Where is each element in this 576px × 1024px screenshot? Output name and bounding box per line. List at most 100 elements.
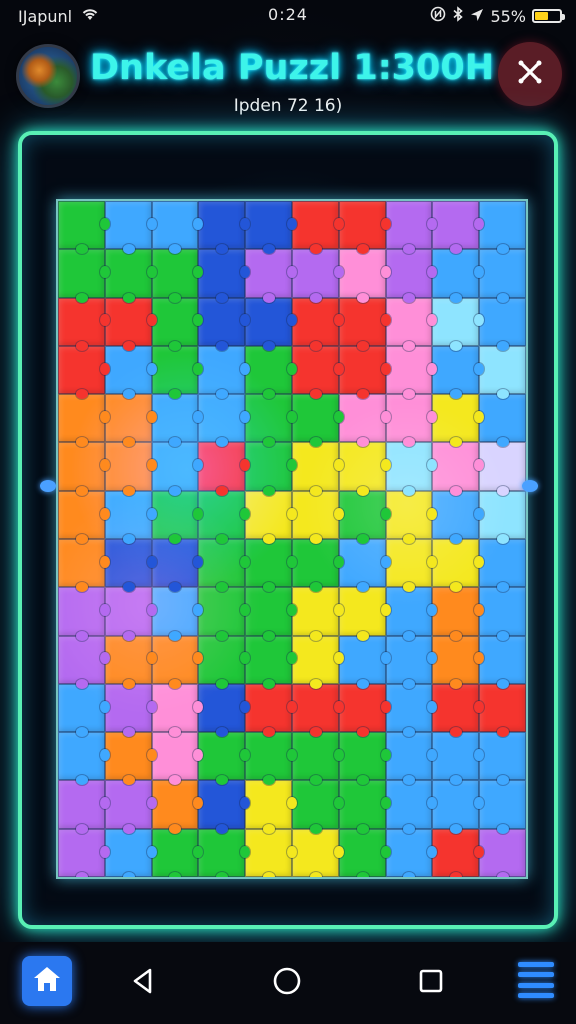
puzzle-piece[interactable] bbox=[245, 732, 297, 786]
puzzle-piece[interactable] bbox=[104, 780, 157, 835]
puzzle-piece[interactable] bbox=[385, 828, 438, 877]
puzzle-piece[interactable] bbox=[385, 635, 438, 690]
puzzle-piece[interactable] bbox=[104, 201, 157, 255]
puzzle-piece[interactable] bbox=[432, 442, 484, 497]
puzzle-piece[interactable] bbox=[151, 442, 204, 497]
puzzle-piece[interactable] bbox=[245, 587, 297, 641]
puzzle-piece[interactable] bbox=[245, 683, 297, 738]
puzzle-piece[interactable] bbox=[245, 297, 297, 352]
puzzle-piece[interactable] bbox=[104, 732, 157, 786]
puzzle-piece[interactable] bbox=[385, 490, 438, 545]
puzzle-piece[interactable] bbox=[432, 732, 484, 786]
puzzle-piece[interactable] bbox=[479, 201, 526, 255]
puzzle-piece[interactable] bbox=[58, 683, 110, 738]
puzzle-piece[interactable] bbox=[432, 780, 484, 835]
puzzle-piece[interactable] bbox=[432, 201, 484, 255]
puzzle-piece[interactable] bbox=[58, 297, 110, 352]
puzzle-piece[interactable] bbox=[385, 345, 438, 400]
puzzle-piece[interactable] bbox=[245, 635, 297, 690]
puzzle-piece[interactable] bbox=[291, 780, 344, 835]
puzzle-piece[interactable] bbox=[245, 249, 297, 303]
puzzle-piece[interactable] bbox=[479, 732, 526, 786]
puzzle-piece[interactable] bbox=[432, 297, 484, 352]
puzzle-piece[interactable] bbox=[151, 201, 204, 255]
puzzle-piece[interactable] bbox=[58, 732, 110, 786]
puzzle-piece[interactable] bbox=[291, 683, 344, 738]
puzzle-piece[interactable] bbox=[432, 538, 484, 593]
puzzle-piece[interactable] bbox=[151, 490, 204, 545]
puzzle-piece[interactable] bbox=[338, 538, 391, 593]
puzzle-piece[interactable] bbox=[385, 683, 438, 738]
puzzle-piece[interactable] bbox=[198, 732, 250, 786]
home-circle-button[interactable] bbox=[272, 966, 302, 996]
puzzle-piece[interactable] bbox=[104, 538, 157, 593]
puzzle-piece[interactable] bbox=[245, 490, 297, 545]
puzzle-piece[interactable] bbox=[479, 538, 526, 593]
puzzle-piece[interactable] bbox=[432, 490, 484, 545]
puzzle-grid[interactable] bbox=[56, 199, 528, 879]
puzzle-piece[interactable] bbox=[104, 635, 157, 690]
puzzle-piece[interactable] bbox=[291, 732, 344, 786]
puzzle-piece[interactable] bbox=[151, 683, 204, 738]
puzzle-piece[interactable] bbox=[338, 249, 391, 303]
puzzle-piece[interactable] bbox=[104, 828, 157, 877]
puzzle-piece[interactable] bbox=[198, 442, 250, 497]
puzzle-piece[interactable] bbox=[385, 732, 438, 786]
puzzle-piece[interactable] bbox=[58, 201, 110, 255]
puzzle-piece[interactable] bbox=[479, 587, 526, 641]
puzzle-piece[interactable] bbox=[245, 538, 297, 593]
puzzle-piece[interactable] bbox=[198, 587, 250, 641]
puzzle-piece[interactable] bbox=[479, 394, 526, 448]
puzzle-piece[interactable] bbox=[291, 538, 344, 593]
puzzle-piece[interactable] bbox=[432, 249, 484, 303]
puzzle-piece[interactable] bbox=[198, 683, 250, 738]
puzzle-piece[interactable] bbox=[104, 683, 157, 738]
puzzle-piece[interactable] bbox=[198, 635, 250, 690]
puzzle-piece[interactable] bbox=[151, 828, 204, 877]
puzzle-piece[interactable] bbox=[151, 635, 204, 690]
puzzle-piece[interactable] bbox=[198, 780, 250, 835]
puzzle-piece[interactable] bbox=[245, 828, 297, 877]
puzzle-piece[interactable] bbox=[245, 345, 297, 400]
puzzle-piece[interactable] bbox=[432, 828, 484, 877]
puzzle-piece[interactable] bbox=[245, 394, 297, 448]
puzzle-piece[interactable] bbox=[151, 394, 204, 448]
back-button[interactable] bbox=[128, 966, 158, 996]
puzzle-piece[interactable] bbox=[291, 394, 344, 448]
puzzle-piece[interactable] bbox=[385, 442, 438, 497]
puzzle-piece[interactable] bbox=[104, 297, 157, 352]
puzzle-piece[interactable] bbox=[58, 394, 110, 448]
puzzle-piece[interactable] bbox=[198, 249, 250, 303]
puzzle-piece[interactable] bbox=[58, 780, 110, 835]
puzzle-piece[interactable] bbox=[151, 732, 204, 786]
puzzle-piece[interactable] bbox=[432, 587, 484, 641]
puzzle-piece[interactable] bbox=[58, 587, 110, 641]
puzzle-piece[interactable] bbox=[338, 828, 391, 877]
puzzle-piece[interactable] bbox=[198, 297, 250, 352]
puzzle-piece[interactable] bbox=[58, 635, 110, 690]
puzzle-piece[interactable] bbox=[338, 442, 391, 497]
puzzle-piece[interactable] bbox=[198, 201, 250, 255]
puzzle-piece[interactable] bbox=[104, 587, 157, 641]
recents-button[interactable] bbox=[418, 968, 444, 994]
puzzle-piece[interactable] bbox=[432, 635, 484, 690]
puzzle-piece[interactable] bbox=[291, 442, 344, 497]
puzzle-piece[interactable] bbox=[291, 345, 344, 400]
puzzle-piece[interactable] bbox=[479, 635, 526, 690]
puzzle-piece[interactable] bbox=[479, 297, 526, 352]
puzzle-piece[interactable] bbox=[104, 490, 157, 545]
puzzle-piece[interactable] bbox=[104, 442, 157, 497]
puzzle-piece[interactable] bbox=[338, 732, 391, 786]
puzzle-piece[interactable] bbox=[151, 780, 204, 835]
puzzle-piece[interactable] bbox=[198, 828, 250, 877]
puzzle-piece[interactable] bbox=[291, 249, 344, 303]
puzzle-piece[interactable] bbox=[338, 297, 391, 352]
puzzle-piece[interactable] bbox=[385, 201, 438, 255]
puzzle-piece[interactable] bbox=[385, 780, 438, 835]
puzzle-piece[interactable] bbox=[385, 538, 438, 593]
puzzle-piece[interactable] bbox=[58, 442, 110, 497]
puzzle-piece[interactable] bbox=[104, 345, 157, 400]
puzzle-piece[interactable] bbox=[479, 683, 526, 738]
close-button[interactable] bbox=[498, 42, 562, 106]
puzzle-piece[interactable] bbox=[432, 683, 484, 738]
